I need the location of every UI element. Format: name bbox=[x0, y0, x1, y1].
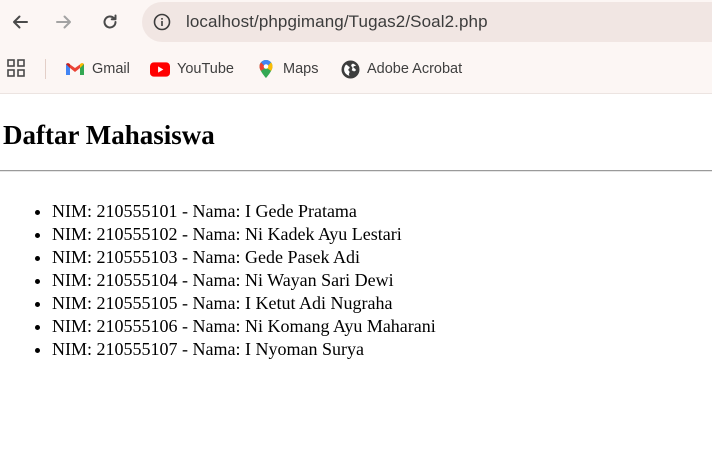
browser-chrome: localhost/phpgimang/Tugas2/Soal2.php Gma… bbox=[0, 0, 712, 94]
bookmarks-divider bbox=[45, 59, 46, 79]
bookmark-adobe-acrobat[interactable]: Adobe Acrobat bbox=[340, 58, 462, 80]
address-url[interactable]: localhost/phpgimang/Tugas2/Soal2.php bbox=[186, 12, 488, 32]
site-info-icon[interactable] bbox=[152, 12, 172, 32]
list-item: NIM: 210555104 - Nama: Ni Wayan Sari Dew… bbox=[52, 269, 436, 292]
bookmark-maps[interactable]: Maps bbox=[256, 58, 318, 80]
list-item: NIM: 210555105 - Nama: I Ketut Adi Nugra… bbox=[52, 292, 436, 315]
bookmarks-bar: Gmail YouTube Maps Adobe Acrobat bbox=[0, 45, 712, 93]
forward-arrow-icon bbox=[56, 15, 71, 29]
list-item: NIM: 210555101 - Nama: I Gede Pratama bbox=[52, 200, 436, 223]
back-arrow-icon bbox=[13, 15, 28, 29]
forward-button[interactable] bbox=[50, 8, 78, 36]
address-bar[interactable]: localhost/phpgimang/Tugas2/Soal2.php bbox=[142, 2, 712, 42]
bookmark-label: Maps bbox=[283, 61, 319, 77]
gmail-icon bbox=[65, 59, 85, 79]
globe-icon bbox=[340, 59, 360, 79]
maps-icon bbox=[256, 59, 276, 79]
list-item: NIM: 210555103 - Nama: Gede Pasek Adi bbox=[52, 246, 436, 269]
bookmark-label: Gmail bbox=[92, 61, 130, 77]
student-list: NIM: 210555101 - Nama: I Gede Pratama NI… bbox=[0, 200, 436, 361]
bookmark-gmail[interactable]: Gmail bbox=[65, 58, 130, 80]
youtube-icon bbox=[150, 59, 170, 79]
back-button[interactable] bbox=[6, 8, 34, 36]
browser-toolbar: localhost/phpgimang/Tugas2/Soal2.php bbox=[0, 0, 712, 45]
reload-icon bbox=[103, 14, 117, 29]
info-circle-icon bbox=[153, 13, 171, 31]
bookmark-label: Adobe Acrobat bbox=[367, 61, 463, 77]
page-title: Daftar Mahasiswa bbox=[3, 120, 215, 150]
list-item: NIM: 210555102 - Nama: Ni Kadek Ayu Lest… bbox=[52, 223, 436, 246]
apps-grid-icon[interactable] bbox=[7, 59, 25, 77]
horizontal-rule bbox=[0, 170, 712, 172]
list-item: NIM: 210555107 - Nama: I Nyoman Surya bbox=[52, 338, 436, 361]
bookmark-label: YouTube bbox=[177, 61, 234, 77]
reload-button[interactable] bbox=[96, 8, 124, 36]
list-item: NIM: 210555106 - Nama: Ni Komang Ayu Mah… bbox=[52, 315, 436, 338]
bookmark-youtube[interactable]: YouTube bbox=[150, 58, 234, 80]
